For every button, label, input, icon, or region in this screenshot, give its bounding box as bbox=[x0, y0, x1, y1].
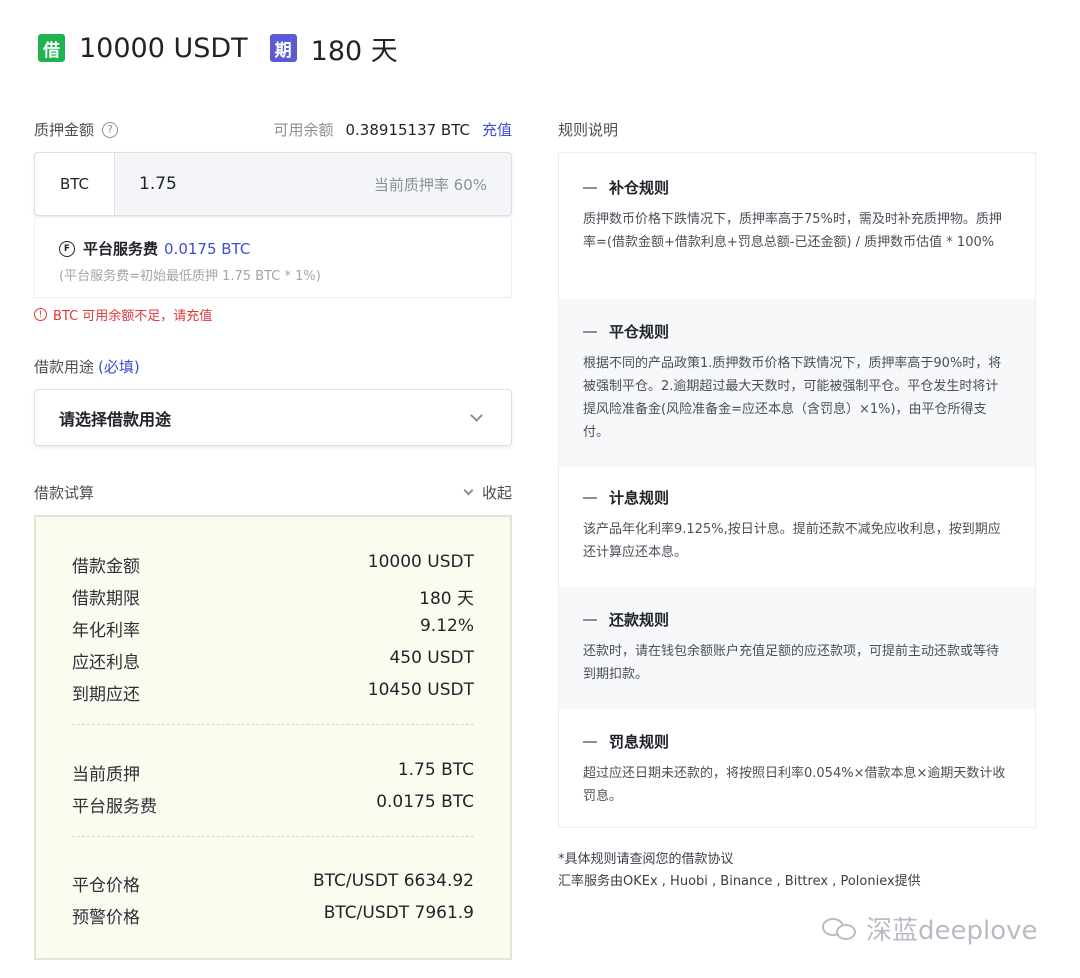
dash-icon bbox=[583, 618, 597, 621]
purpose-label: 借款用途 bbox=[34, 358, 95, 376]
dash-icon bbox=[583, 330, 597, 333]
calc-value: 0.0175 BTC bbox=[376, 792, 474, 812]
dash-icon bbox=[583, 186, 597, 189]
dash-icon bbox=[583, 496, 597, 499]
collateral-input-group: BTC 1.75 当前质押率 60% bbox=[34, 152, 512, 216]
loan-term: 180 天 bbox=[310, 35, 398, 67]
calc-value: 10000 USDT bbox=[367, 552, 474, 572]
calc-value: 450 USDT bbox=[389, 648, 474, 668]
calc-value: BTC/USDT 6634.92 bbox=[312, 871, 474, 891]
collateral-label-row: 质押金额 ? bbox=[34, 119, 119, 140]
rule-margin-call: 补仓规则 质押数币价格下跌情况下，质押率高于75%时，需及时补充质押物。质押率=… bbox=[559, 153, 1035, 299]
rule-body: 根据不同的产品政策1.质押数币价格下跌情况下，质押率高于90%时，将被强制平仓。… bbox=[583, 356, 1002, 440]
calc-value: 10450 USDT bbox=[367, 680, 474, 700]
rate-provider-note: 汇率服务由OKEx , Huobi , Binance , Bittrex , … bbox=[558, 874, 921, 889]
calc-key: 借款期限 bbox=[72, 589, 140, 609]
rule-title: 平仓规则 bbox=[583, 321, 1011, 342]
purpose-select[interactable]: 请选择借款用途 bbox=[34, 389, 512, 446]
rule-title-text: 罚息规则 bbox=[609, 733, 670, 751]
term-badge: 期 bbox=[269, 34, 297, 62]
calc-value: 9.12% bbox=[419, 616, 474, 636]
rule-title-text: 还款规则 bbox=[609, 611, 670, 629]
calc-key: 平台服务费 bbox=[72, 797, 157, 817]
calc-row-interest: 应还利息 450 USDT bbox=[72, 648, 474, 673]
calc-row-due-total: 到期应还 10450 USDT bbox=[72, 680, 474, 705]
alert-circle-icon: ! bbox=[34, 308, 47, 321]
calc-key: 借款金额 bbox=[72, 557, 140, 577]
calc-value: BTC/USDT 7961.9 bbox=[323, 903, 474, 923]
fee-line: F 平台服务费 0.0175 BTC bbox=[59, 238, 250, 259]
calc-value: 180 天 bbox=[419, 589, 474, 609]
agreement-note: *具体规则请查阅您的借款协议 bbox=[558, 852, 734, 867]
calc-key: 平仓价格 bbox=[72, 876, 140, 896]
collateral-amount-input[interactable]: 1.75 bbox=[115, 153, 374, 215]
rule-title: 罚息规则 bbox=[583, 731, 1011, 752]
rule-body: 该产品年化利率9.125%,按日计息。提前还款不减免应收利息，按到期应还计算应还… bbox=[583, 522, 1001, 560]
calc-key: 当前质押 bbox=[72, 765, 140, 785]
fee-coin-icon: F bbox=[59, 240, 75, 257]
calc-row-loan-term: 借款期限 180 天 bbox=[72, 584, 474, 609]
warning-text: BTC 可用余额不足，请充值 bbox=[53, 309, 213, 324]
loan-badge: 借 bbox=[38, 34, 65, 62]
calc-row-annual-rate: 年化利率 9.12% bbox=[72, 616, 474, 641]
rule-title: 计息规则 bbox=[583, 487, 1011, 508]
dash-icon bbox=[583, 740, 597, 743]
rule-interest: 计息规则 该产品年化利率9.125%,按日计息。提前还款不减免应收利息，按到期应… bbox=[559, 467, 1035, 587]
rule-body: 超过应还日期未还款的，将按照日利率0.054%×借款本息×逾期天数计收罚息。 bbox=[583, 766, 1006, 804]
purpose-label-row: 借款用途 (必填) bbox=[34, 356, 140, 377]
calc-key: 年化利率 bbox=[72, 621, 140, 641]
purpose-placeholder: 请选择借款用途 bbox=[59, 409, 172, 429]
collapse-toggle[interactable]: 收起 bbox=[463, 482, 512, 503]
calc-row-warning-price: 预警价格 BTC/USDT 7961.9 bbox=[72, 903, 474, 928]
available-balance: 可用余额 0.38915137 BTC 充值 bbox=[273, 119, 512, 140]
rules-label: 规则说明 bbox=[558, 121, 619, 139]
required-mark: (必填) bbox=[98, 358, 140, 376]
calc-row-liquidation-price: 平仓价格 BTC/USDT 6634.92 bbox=[72, 871, 474, 896]
watermark: 深蓝deeplove bbox=[822, 910, 1038, 947]
rule-body: 还款时，请在钱包余额账户充值足额的应还款项，可提前主动还款或等待到期扣款。 bbox=[583, 644, 1000, 682]
loan-header: 借 10000 USDT 期 180 天 bbox=[38, 32, 420, 67]
fee-value: 0.0175 BTC bbox=[164, 239, 251, 258]
calc-key: 应还利息 bbox=[72, 653, 140, 673]
balance-value: 0.38915137 BTC bbox=[345, 120, 470, 139]
rule-title-text: 计息规则 bbox=[609, 489, 670, 507]
balance-label: 可用余额 bbox=[273, 121, 334, 139]
fee-name: 平台服务费 bbox=[83, 240, 159, 258]
question-circle-icon[interactable]: ? bbox=[102, 121, 119, 138]
collateral-ratio: 当前质押率 60% bbox=[373, 175, 487, 194]
rule-title-text: 补仓规则 bbox=[609, 179, 670, 197]
rule-title: 补仓规则 bbox=[583, 177, 1011, 198]
calc-label: 借款试算 bbox=[34, 484, 95, 502]
coin-selector[interactable]: BTC bbox=[35, 153, 115, 215]
calc-row-loan-amount: 借款金额 10000 USDT bbox=[72, 552, 474, 577]
calc-key: 预警价格 bbox=[72, 908, 140, 928]
calc-panel: 借款金额 10000 USDT 借款期限 180 天 年化利率 9.12% 应还… bbox=[34, 515, 512, 960]
calc-row-current-collateral: 当前质押 1.75 BTC bbox=[72, 760, 474, 785]
rule-liquidation: 平仓规则 根据不同的产品政策1.质押数币价格下跌情况下，质押率高于90%时，将被… bbox=[559, 299, 1035, 467]
watermark-text: 深蓝deeplove bbox=[866, 916, 1038, 946]
rule-body: 质押数币价格下跌情况下，质押率高于75%时，需及时补充质押物。质押率=(借款金额… bbox=[583, 212, 1002, 250]
collapse-label: 收起 bbox=[481, 484, 512, 502]
loan-amount: 10000 USDT bbox=[79, 32, 248, 64]
chevron-down-icon bbox=[470, 408, 483, 422]
calc-key: 到期应还 bbox=[72, 685, 140, 705]
chevron-down-icon bbox=[463, 485, 474, 496]
calc-value: 1.75 BTC bbox=[397, 760, 474, 780]
divider bbox=[72, 724, 474, 725]
recharge-link[interactable]: 充值 bbox=[482, 119, 512, 140]
rule-penalty: 罚息规则 超过应还日期未还款的，将按照日利率0.054%×借款本息×逾期天数计收… bbox=[559, 709, 1035, 827]
fee-note: (平台服务费=初始最低质押 1.75 BTC * 1%) bbox=[59, 269, 321, 284]
fee-panel: F 平台服务费 0.0175 BTC (平台服务费=初始最低质押 1.75 BT… bbox=[34, 218, 512, 298]
rule-repayment: 还款规则 还款时，请在钱包余额账户充值足额的应还款项，可提前主动还款或等待到期扣… bbox=[559, 587, 1035, 709]
divider bbox=[72, 836, 474, 837]
calc-row-service-fee: 平台服务费 0.0175 BTC bbox=[72, 792, 474, 817]
rules-panel: 补仓规则 质押数币价格下跌情况下，质押率高于75%时，需及时补充质押物。质押率=… bbox=[558, 152, 1036, 828]
rule-title-text: 平仓规则 bbox=[609, 323, 670, 341]
rule-title: 还款规则 bbox=[583, 609, 1011, 630]
wechat-icon bbox=[822, 916, 856, 942]
balance-warning: ! BTC 可用余额不足，请充值 bbox=[34, 305, 212, 324]
collateral-label: 质押金额 bbox=[34, 121, 95, 139]
